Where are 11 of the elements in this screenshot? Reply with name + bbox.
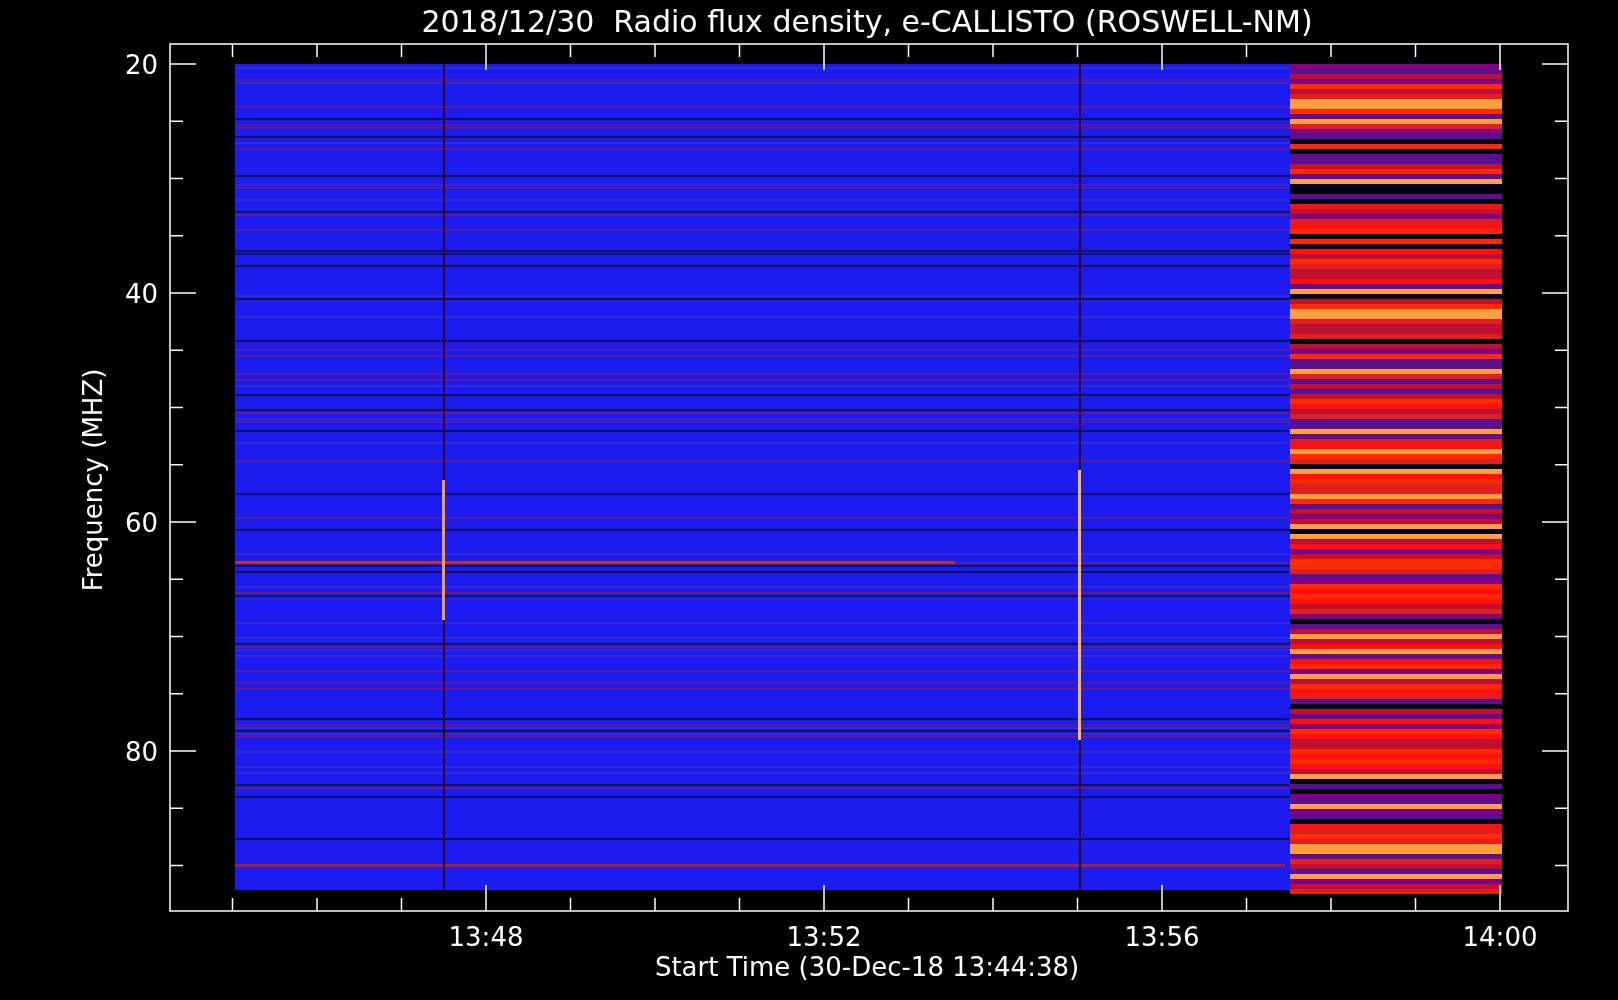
axis-title: Start Time (30-Dec-18 13:44:38) [654, 952, 1080, 982]
axis-tick-label: 20 [124, 50, 158, 80]
axis-tick-label: 80 [124, 737, 158, 767]
axis-tick-label: 60 [124, 508, 158, 538]
axis-tick-label: 13:56 [1124, 922, 1200, 952]
axis-tick-label: 14:00 [1462, 922, 1538, 952]
axis-tick-label: 13:52 [786, 922, 862, 952]
axis-title: Frequency (MHZ) [78, 368, 108, 592]
axis-tick-label: 13:48 [448, 922, 524, 952]
axis-tick-label: 40 [124, 279, 158, 309]
chart-title: 2018/12/30 Radio flux density, e-CALLISTO (ROSWELL-NM) [421, 4, 1313, 39]
